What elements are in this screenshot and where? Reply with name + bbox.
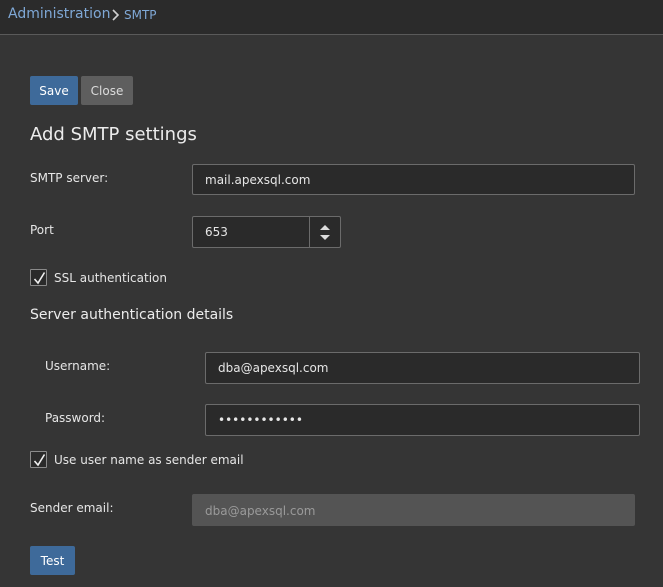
breadcrumb-smtp: SMTP: [124, 8, 157, 22]
password-label: Password:: [45, 411, 106, 425]
ssl-checkbox[interactable]: [30, 269, 47, 286]
auth-section-title: Server authentication details: [30, 307, 234, 323]
checkmark-icon: [33, 272, 46, 285]
caret-down-icon[interactable]: [320, 234, 330, 241]
sender-email-input: dba@apexsql.com: [192, 494, 635, 526]
top-bar: Administration SMTP: [0, 0, 663, 35]
port-label: Port: [30, 223, 54, 237]
use-username-checkbox[interactable]: [30, 451, 47, 468]
sender-email-label: Sender email:: [30, 501, 114, 515]
breadcrumb-administration[interactable]: Administration: [8, 6, 110, 22]
chevron-right-icon: [112, 9, 120, 21]
username-input[interactable]: [205, 352, 640, 384]
checkmark-icon: [33, 454, 46, 467]
password-input[interactable]: ••••••••••••: [205, 404, 640, 436]
port-stepper[interactable]: [309, 216, 341, 248]
page-title: Add SMTP settings: [30, 124, 197, 145]
smtp-server-label: SMTP server:: [30, 171, 109, 185]
caret-up-icon[interactable]: [320, 224, 330, 231]
smtp-server-input[interactable]: [192, 164, 635, 195]
port-input[interactable]: [192, 216, 310, 248]
close-button[interactable]: Close: [81, 76, 133, 105]
test-button[interactable]: Test: [30, 546, 75, 575]
ssl-label: SSL authentication: [54, 271, 167, 285]
use-username-label: Use user name as sender email: [54, 453, 244, 467]
save-button[interactable]: Save: [30, 76, 78, 105]
username-label: Username:: [45, 359, 111, 373]
